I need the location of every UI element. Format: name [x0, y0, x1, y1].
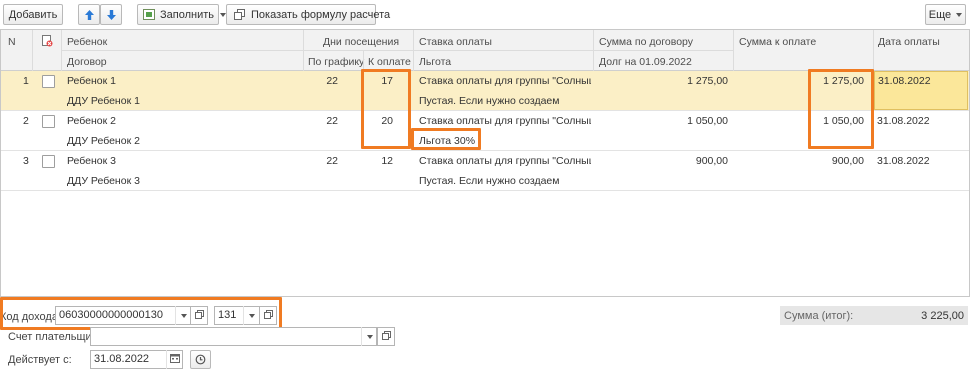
- payment-rate[interactable]: Ставка оплаты для группы "Солныш...: [419, 75, 591, 87]
- table-header: N Ребенок Договор Дни посещения По графи…: [1, 30, 969, 71]
- history-button[interactable]: [190, 350, 211, 369]
- history-icon: [195, 354, 206, 365]
- calendar-icon: [169, 353, 180, 366]
- toolbar: Добавить Заполнить Показать формулу расч…: [0, 0, 974, 30]
- table-row[interactable]: 2 Ребенок 2 ДДУ Ребенок 2 22 20 Ставка о…: [1, 111, 969, 151]
- col-debt[interactable]: Долг на 01.09.2022: [599, 56, 692, 68]
- fill-button[interactable]: Заполнить: [137, 4, 227, 25]
- calendar-button[interactable]: [166, 350, 182, 369]
- income-code-field[interactable]: 06030000000000130: [55, 306, 191, 325]
- children-table: N Ребенок Договор Дни посещения По графи…: [0, 29, 970, 297]
- chevron-down-icon: [248, 313, 255, 318]
- row-checkbox[interactable]: [42, 75, 55, 88]
- delete-mark-icon[interactable]: [42, 35, 53, 50]
- payer-account-open-button[interactable]: [377, 327, 395, 346]
- divider: [32, 30, 33, 71]
- contract-name[interactable]: ДДУ Ребенок 2: [67, 135, 140, 147]
- row-number: 1: [23, 75, 29, 87]
- child-name[interactable]: Ребенок 2: [67, 115, 116, 127]
- sum-by-contract[interactable]: 1 275,00: [593, 75, 728, 87]
- total-value: 3 225,00: [921, 310, 964, 322]
- open-icon: [194, 309, 204, 322]
- col-n[interactable]: N: [8, 36, 16, 48]
- income-code-extra-open-button[interactable]: [259, 306, 277, 325]
- pay-date-cell[interactable]: 31.08.2022: [874, 71, 968, 110]
- col-days[interactable]: Дни посещения: [323, 36, 399, 48]
- col-by-schedule[interactable]: По графику: [308, 56, 364, 68]
- table-row[interactable]: 1 Ребенок 1 ДДУ Ребенок 1 22 17 Ставка о…: [1, 71, 969, 111]
- divider: [733, 30, 734, 71]
- payment-rate[interactable]: Ставка оплаты для группы "Солныш...: [419, 115, 591, 127]
- days-by-schedule[interactable]: 22: [303, 75, 338, 87]
- copy-icon: [234, 9, 245, 20]
- fill-icon: [143, 9, 155, 20]
- payment-rate[interactable]: Ставка оплаты для группы "Солныш...: [419, 155, 591, 167]
- sum-to-pay[interactable]: 1 275,00: [733, 75, 864, 87]
- sum-to-pay[interactable]: 900,00: [733, 155, 864, 167]
- days-by-schedule[interactable]: 22: [303, 115, 338, 127]
- total-panel: Сумма (итог): 3 225,00: [780, 306, 968, 325]
- contract-name[interactable]: ДДУ Ребенок 1: [67, 95, 140, 107]
- table-row[interactable]: 3 Ребенок 3 ДДУ Ребенок 3 22 12 Ставка о…: [1, 151, 969, 191]
- add-button[interactable]: Добавить: [3, 4, 63, 25]
- child-name[interactable]: Ребенок 3: [67, 155, 116, 167]
- payer-account-field[interactable]: [90, 327, 377, 346]
- benefit[interactable]: Пустая. Если нужно создаем: [419, 175, 559, 187]
- row-number: 2: [23, 115, 29, 127]
- add-button-label: Добавить: [8, 8, 58, 21]
- days-by-schedule[interactable]: 22: [303, 155, 338, 167]
- contract-name[interactable]: ДДУ Ребенок 3: [67, 175, 140, 187]
- col-to-pay-days[interactable]: К оплате: [368, 56, 411, 68]
- show-formula-button[interactable]: Показать формулу расчета: [226, 4, 390, 25]
- col-sum-to-pay[interactable]: Сумма к оплате: [739, 36, 816, 48]
- show-formula-button-label: Показать формулу расчета: [251, 8, 391, 21]
- move-up-button[interactable]: [78, 4, 100, 25]
- sum-to-pay[interactable]: 1 050,00: [733, 115, 864, 127]
- income-code-dropdown[interactable]: [175, 306, 191, 325]
- days-to-pay[interactable]: 20: [363, 115, 393, 127]
- col-contract[interactable]: Договор: [67, 56, 107, 68]
- col-child[interactable]: Ребенок: [67, 36, 107, 48]
- days-to-pay[interactable]: 17: [363, 75, 393, 87]
- total-label: Сумма (итог):: [784, 310, 854, 322]
- chevron-down-icon: [180, 313, 187, 318]
- col-rate[interactable]: Ставка оплаты: [419, 36, 492, 48]
- row-checkbox[interactable]: [42, 115, 55, 128]
- row-checkbox[interactable]: [42, 155, 55, 168]
- divider: [873, 30, 874, 71]
- pay-date[interactable]: 31.08.2022: [877, 115, 930, 127]
- benefit[interactable]: Льгота 30%: [419, 135, 475, 147]
- chevron-down-icon: [956, 12, 963, 17]
- benefit[interactable]: Пустая. Если нужно создаем: [419, 95, 559, 107]
- divider: [61, 50, 733, 51]
- income-code-label: Код дохода:: [0, 311, 62, 323]
- col-sum-contract[interactable]: Сумма по договору: [599, 36, 693, 48]
- valid-from-label: Действует с:: [8, 354, 72, 366]
- move-down-button[interactable]: [100, 4, 122, 25]
- col-benefit[interactable]: Льгота: [419, 56, 451, 68]
- payer-account-dropdown[interactable]: [361, 327, 377, 346]
- arrow-down-icon: [106, 9, 117, 21]
- sum-by-contract[interactable]: 1 050,00: [593, 115, 728, 127]
- pay-date: 31.08.2022: [878, 75, 931, 87]
- sum-by-contract[interactable]: 900,00: [593, 155, 728, 167]
- fill-button-label: Заполнить: [160, 8, 215, 21]
- valid-from-value: 31.08.2022: [94, 353, 150, 365]
- open-icon: [263, 309, 273, 322]
- income-code-open-button[interactable]: [190, 306, 208, 325]
- more-button[interactable]: Еще: [925, 4, 966, 25]
- col-pay-date[interactable]: Дата оплаты: [878, 36, 940, 48]
- chevron-down-icon: [366, 334, 373, 339]
- divider: [363, 50, 364, 71]
- open-icon: [381, 330, 391, 343]
- pay-date[interactable]: 31.08.2022: [877, 155, 930, 167]
- more-button-label: Еще: [928, 8, 952, 21]
- income-code-extra-dropdown[interactable]: [243, 306, 259, 325]
- days-to-pay[interactable]: 12: [363, 155, 393, 167]
- income-code-value: 06030000000000130: [59, 309, 164, 321]
- row-number: 3: [23, 155, 29, 167]
- arrow-up-icon: [84, 9, 95, 21]
- child-name[interactable]: Ребенок 1: [67, 75, 116, 87]
- income-code-extra-value: 131: [218, 309, 237, 321]
